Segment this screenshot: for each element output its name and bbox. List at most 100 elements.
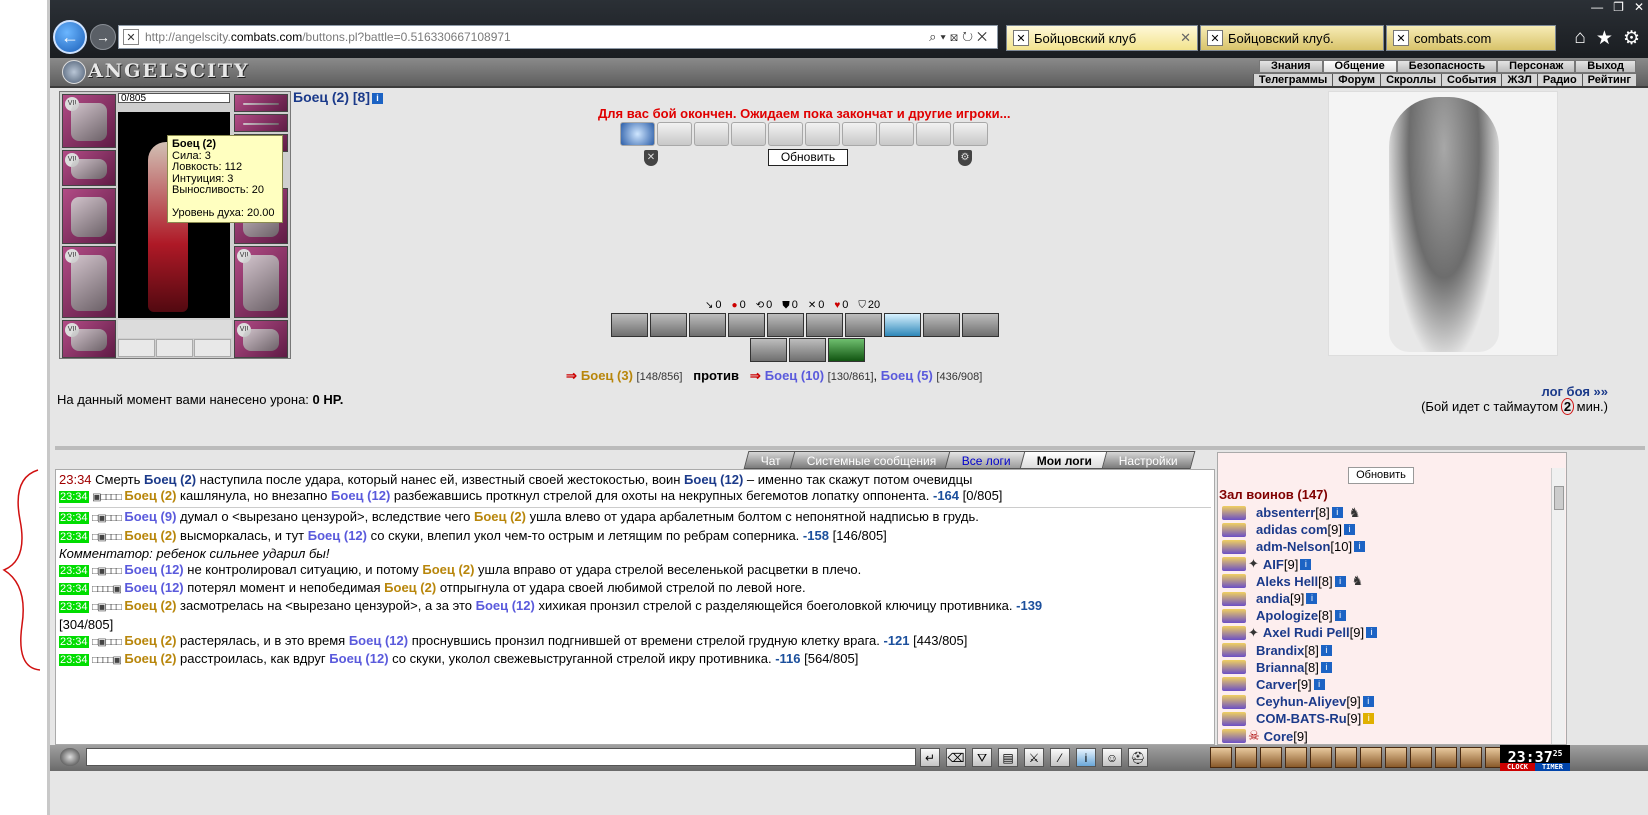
chat-smile-icon[interactable] <box>60 748 80 766</box>
action-icon[interactable] <box>611 313 648 337</box>
warrior-row[interactable]: Apologize [8] i <box>1222 607 1542 624</box>
bracer-slot[interactable]: VII <box>62 150 116 186</box>
timer-label[interactable]: TIMER <box>1535 763 1570 771</box>
address-bar[interactable]: ✕ http://angelscity. combats.com/buttons.… <box>118 25 998 49</box>
map-icon[interactable] <box>1310 747 1332 768</box>
private-message-icon[interactable] <box>1222 505 1246 520</box>
tab-close-icon[interactable]: ✕ <box>1180 30 1191 46</box>
scroll-slot-icon[interactable] <box>620 122 655 146</box>
home-game-icon[interactable] <box>1435 747 1457 768</box>
warrior-row[interactable]: Carver [9] i <box>1222 676 1542 693</box>
warrior-row[interactable]: adidas com [9] i <box>1222 521 1542 538</box>
bag-icon[interactable] <box>1210 747 1232 768</box>
shop-icon[interactable] <box>1385 747 1407 768</box>
potion-icon[interactable] <box>1260 747 1282 768</box>
helmet-icon[interactable]: ⛑ <box>1128 748 1148 767</box>
boots-slot[interactable]: VII <box>234 246 288 318</box>
info-filter-icon[interactable]: i <box>1076 748 1096 767</box>
sound-icon[interactable] <box>1460 747 1482 768</box>
empty-slot-icon[interactable] <box>118 320 156 338</box>
warriors-refresh-button[interactable]: Обновить <box>1348 467 1414 484</box>
warrior-row[interactable]: ☠ Core [9] <box>1222 727 1542 744</box>
private-message-icon[interactable] <box>1222 522 1246 537</box>
rune-slot[interactable] <box>194 339 231 357</box>
info-icon[interactable]: i <box>1362 696 1374 708</box>
battle-refresh-button[interactable]: Обновить <box>768 149 848 166</box>
warrior-row[interactable]: adm-Nelson [10] i <box>1222 538 1542 555</box>
info-icon[interactable]: i <box>1320 661 1332 673</box>
rune-slot[interactable] <box>156 339 193 357</box>
submenu-radio[interactable]: Радио <box>1536 74 1582 86</box>
home-icon[interactable]: ⌂ <box>1574 27 1585 50</box>
fighter-link[interactable]: Боец (12) <box>124 562 183 577</box>
fighter-link[interactable]: Боец (12) <box>331 488 390 503</box>
fighter-link[interactable]: Боец (9) <box>124 509 176 524</box>
action-icon[interactable] <box>750 338 787 362</box>
action-icon[interactable] <box>650 313 687 337</box>
save-icon[interactable]: ▤ <box>998 748 1018 767</box>
fighter-link[interactable]: Боец (12) <box>684 472 743 487</box>
helmet-slot[interactable]: VII <box>62 94 116 148</box>
fighter-link[interactable]: Боец (2) <box>422 562 474 577</box>
fighter-link[interactable]: Боец (2) <box>124 528 176 543</box>
action-icon[interactable] <box>828 338 865 362</box>
info-icon[interactable]: i <box>372 92 384 104</box>
info-icon[interactable]: i <box>1334 575 1346 587</box>
belt-slot[interactable]: VII <box>62 320 116 358</box>
filter-icon[interactable]: ⛛ <box>972 748 992 767</box>
private-message-icon[interactable] <box>1222 539 1246 554</box>
team2-fighter-2[interactable]: Боец (5) <box>881 368 933 383</box>
scroll-slot[interactable] <box>657 122 692 146</box>
warrior-row[interactable]: absenterr [8] i ♞ <box>1222 504 1542 521</box>
eraser-icon[interactable]: ⌫ <box>946 748 966 767</box>
info-icon[interactable]: i <box>1363 713 1375 725</box>
menu-character[interactable]: Персонаж <box>1497 60 1576 73</box>
private-message-icon[interactable] <box>1222 643 1246 658</box>
fighter-link[interactable]: Боец (2) <box>124 488 176 503</box>
action-icon[interactable] <box>728 313 765 337</box>
fighter-link[interactable]: Боец (12) <box>124 580 183 595</box>
restore-icon[interactable]: ❐ <box>1613 0 1624 18</box>
empty-slot-icon[interactable] <box>194 320 232 338</box>
fighter-link[interactable]: Боец (2) <box>474 509 526 524</box>
fighter-link[interactable]: Боец (2) <box>384 580 436 595</box>
private-message-icon[interactable] <box>1222 574 1246 589</box>
menu-exit[interactable]: Выход <box>1575 60 1636 73</box>
weapon-slot[interactable] <box>62 188 116 244</box>
scroll-slot[interactable] <box>879 122 914 146</box>
info-icon[interactable]: i <box>1300 558 1312 570</box>
info-icon[interactable]: i <box>1306 593 1318 605</box>
private-message-icon[interactable] <box>1222 608 1246 623</box>
info-icon[interactable]: i <box>1313 678 1325 690</box>
warrior-row[interactable]: Aleks Hell [8] i ♞ <box>1222 573 1542 590</box>
tab-system-messages[interactable]: Системные сообщения <box>789 451 954 469</box>
clock-label[interactable]: CLOCK <box>1500 763 1535 771</box>
action-icon[interactable] <box>767 313 804 337</box>
scroll-slot[interactable] <box>953 122 988 146</box>
team2-fighter-1[interactable]: Боец (10) <box>765 368 824 383</box>
menu-knowledge[interactable]: Знания <box>1259 60 1323 73</box>
shield-slot[interactable]: VII <box>234 320 288 358</box>
fighter-name[interactable]: Боец (2) [8] i <box>293 89 384 105</box>
submenu-rating[interactable]: Рейтинг <box>1581 74 1636 86</box>
action-icon[interactable] <box>962 313 999 337</box>
submenu-scrolls[interactable]: Скроллы <box>1380 74 1442 86</box>
castle-icon[interactable] <box>1410 747 1432 768</box>
private-message-icon[interactable] <box>1222 729 1246 744</box>
submenu-zhzl[interactable]: ЖЗЛ <box>1501 74 1537 86</box>
address-tools[interactable]: ⌕▾⊠↻✕ <box>929 29 991 45</box>
fighter-link[interactable]: Боец (12) <box>349 633 408 648</box>
scroll-slot[interactable] <box>694 122 729 146</box>
scroll-slot[interactable] <box>805 122 840 146</box>
tab-combats-2[interactable]: ✕ Бойцовский клуб. <box>1200 25 1384 51</box>
private-message-icon[interactable] <box>1222 711 1246 726</box>
forward-button[interactable]: → <box>90 24 116 50</box>
scroll-slot[interactable] <box>731 122 766 146</box>
tab-settings[interactable]: Настройки <box>1101 451 1195 469</box>
private-message-icon[interactable] <box>1222 557 1246 572</box>
info-icon[interactable]: i <box>1354 541 1366 553</box>
fighter-link[interactable]: Боец (2) <box>144 472 196 487</box>
chat-input[interactable] <box>86 748 916 766</box>
site-logo[interactable]: ANGELSCITY <box>62 60 250 84</box>
favorites-star-icon[interactable]: ★ <box>1596 27 1613 50</box>
